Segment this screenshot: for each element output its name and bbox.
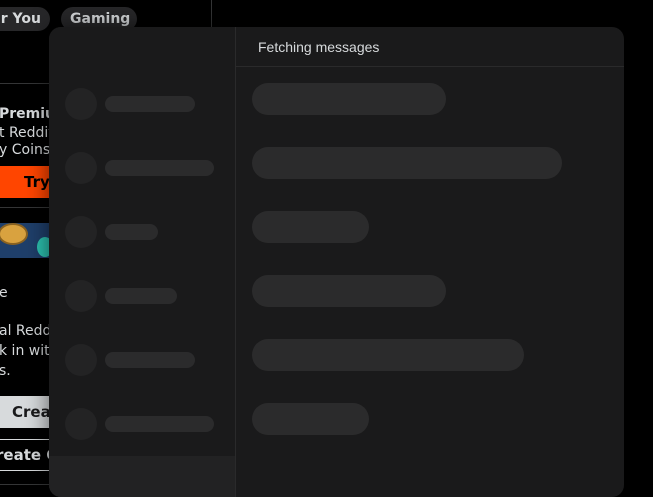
name-placeholder xyxy=(105,352,195,368)
divider xyxy=(0,207,56,208)
divider xyxy=(0,484,56,485)
name-placeholder xyxy=(105,224,158,240)
name-placeholder xyxy=(105,416,214,432)
message-skeleton xyxy=(252,275,446,307)
try-premium-button[interactable]: Try xyxy=(0,166,56,198)
message-skeleton xyxy=(252,83,446,115)
home-description-line: s. xyxy=(0,363,11,379)
avatar-placeholder xyxy=(65,344,97,376)
chat-message-pane: Fetching messages xyxy=(236,27,624,497)
create-community-button[interactable]: reate C xyxy=(0,439,56,471)
create-post-button[interactable]: Creat xyxy=(0,396,56,428)
premium-description-line: y Coins xyxy=(0,142,51,158)
chat-header-status: Fetching messages xyxy=(236,27,624,67)
message-skeleton xyxy=(252,211,369,243)
avatar-placeholder xyxy=(65,152,97,184)
coin-icon xyxy=(0,223,28,245)
chat-window: Fetching messages xyxy=(49,27,624,497)
chat-channel-list xyxy=(49,27,236,497)
name-placeholder xyxy=(105,288,177,304)
avatar-placeholder xyxy=(65,408,97,440)
name-placeholder xyxy=(105,96,195,112)
name-placeholder xyxy=(105,160,214,176)
home-title: e xyxy=(0,285,8,301)
channel-list-footer xyxy=(49,456,235,497)
home-description-line: al Reddi xyxy=(0,323,56,339)
home-description-line: k in wit xyxy=(0,343,50,359)
divider xyxy=(0,83,56,84)
avatar-placeholder xyxy=(65,216,97,248)
topic-chip-for-you[interactable]: ar You xyxy=(0,7,50,31)
avatar-placeholder xyxy=(65,88,97,120)
avatar-placeholder xyxy=(65,280,97,312)
message-skeleton xyxy=(252,403,369,435)
premium-description-line: t Reddit xyxy=(0,125,54,141)
message-skeleton xyxy=(252,147,562,179)
message-skeleton xyxy=(252,339,524,371)
